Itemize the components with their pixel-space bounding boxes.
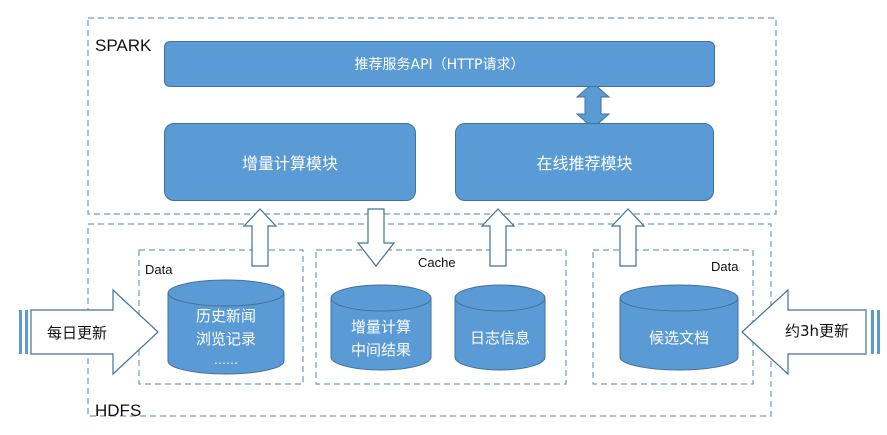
intermediate-line2: 中间结果 xyxy=(350,341,411,359)
history-store-text: 历史新闻 浏览记录 …… xyxy=(168,305,284,369)
daily-arrow-stripe xyxy=(25,310,28,354)
hourly-update-label: 约3h更新 xyxy=(785,322,850,340)
log-info-text: 日志信息 xyxy=(469,329,530,347)
daily-arrow-stripe xyxy=(19,310,22,354)
data-to-incremental-arrow xyxy=(242,208,278,267)
history-store-line1: 历史新闻 xyxy=(195,307,256,325)
candidate-docs-text: 候选文档 xyxy=(648,329,709,347)
incremental-compute-module: 增量计算模块 xyxy=(164,123,416,201)
recommendation-api-bar: 推荐服务API（HTTP请求） xyxy=(164,41,715,87)
hourly-arrow-stripe xyxy=(871,310,874,354)
history-store-line3: …… xyxy=(214,353,238,367)
hourly-arrow-stripe xyxy=(877,310,880,354)
history-store-line2: 浏览记录 xyxy=(195,330,256,348)
cache-to-online-arrow xyxy=(480,208,516,267)
hdfs-label: HDFS xyxy=(95,401,142,420)
api-online-double-arrow xyxy=(575,82,611,129)
intermediate-line1: 增量计算 xyxy=(350,318,411,336)
data-left-label: Data xyxy=(145,262,173,277)
incremental-to-cache-arrow xyxy=(356,208,396,267)
cache-label: Cache xyxy=(418,255,456,270)
data-right-label: Data xyxy=(711,259,739,274)
spark-label: SPARK xyxy=(95,36,152,55)
daily-update-label: 每日更新 xyxy=(47,324,108,342)
online-recommendation-module: 在线推荐模块 xyxy=(455,123,714,201)
candidates-to-online-arrow xyxy=(610,208,646,267)
intermediate-results-text: 增量计算 中间结果 xyxy=(331,316,431,362)
architecture-diagram: SPARK HDFS Data Cache Data 推荐服务API（HTTP请… xyxy=(0,0,887,435)
